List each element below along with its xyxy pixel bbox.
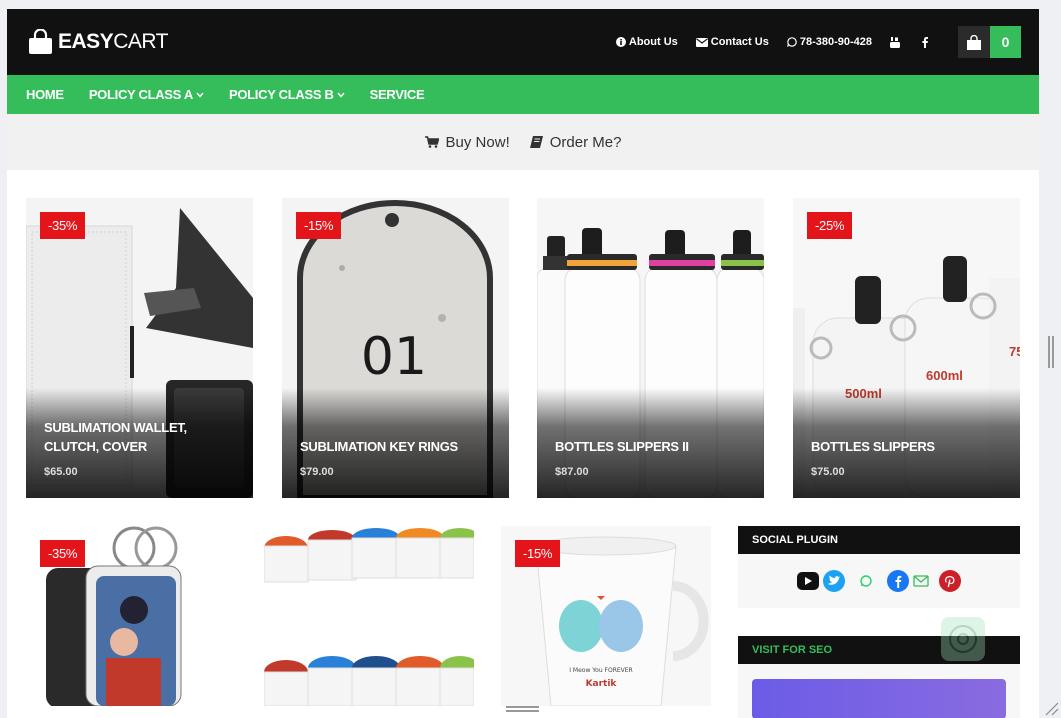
contact-us-label: Contact Us <box>710 36 769 48</box>
vertical-resize-handle[interactable] <box>1048 336 1054 368</box>
logo-text-bold: EASY <box>58 30 114 53</box>
buy-now-label: Buy Now! <box>445 133 510 151</box>
nav-policy-class-a[interactable]: POLICY CLASS A <box>89 87 204 102</box>
nav-policy-b-label: POLICY CLASS B <box>228 87 334 102</box>
sub-menu-bar: Buy Now! Order Me? <box>7 114 1039 170</box>
browser-viewport: EASY CART About Us Contact Us 78-380-90-4… <box>7 9 1039 718</box>
order-me-link[interactable]: Order Me? <box>529 133 622 151</box>
phone-number: 78-380-90-428 <box>799 36 872 48</box>
cart-button[interactable]: 0 <box>958 26 1021 58</box>
social-icons <box>738 554 1020 608</box>
product-title[interactable]: SUBLIMATION WALLET, CLUTCH, COVER <box>44 418 243 456</box>
pinterest-icon[interactable] <box>939 570 961 592</box>
nav-policy-class-b[interactable]: POLICY CLASS B <box>229 87 345 102</box>
discount-badge: -35% <box>40 212 86 239</box>
social-plugin-widget: SOCIAL PLUGIN <box>738 526 1020 608</box>
product-title[interactable]: SUBLIMATION KEY RINGS <box>300 437 499 456</box>
product-price: $65.00 <box>44 466 78 478</box>
product-card[interactable] <box>264 526 474 706</box>
whatsapp-icon[interactable] <box>855 570 877 592</box>
phone-link[interactable]: 78-380-90-428 <box>786 36 872 48</box>
youtube-icon <box>890 36 900 48</box>
facebook-icon <box>922 36 928 48</box>
resize-grip-icon[interactable] <box>1043 700 1059 716</box>
whatsapp-icon <box>786 37 797 47</box>
discount-badge: -35% <box>40 540 86 567</box>
main-nav: HOME POLICY CLASS A POLICY CLASS B SERVI… <box>7 75 1039 114</box>
top-header: EASY CART About Us Contact Us 78-380-90-4… <box>7 9 1039 75</box>
product-card[interactable]: -35% <box>26 526 236 706</box>
cart-count: 0 <box>990 26 1021 58</box>
chevron-down-icon <box>196 92 204 98</box>
top-links: About Us Contact Us 78-380-90-428 0 <box>615 26 1021 58</box>
logo-text-regular: CART <box>113 30 168 53</box>
product-title[interactable]: BOTTLES SLIPPERS <box>811 437 1010 456</box>
email-icon[interactable] <box>913 575 929 587</box>
floating-help-icon[interactable] <box>939 615 987 663</box>
book-icon <box>529 136 543 148</box>
discount-badge: -25% <box>807 212 853 239</box>
seo-banner[interactable] <box>738 664 1020 718</box>
product-title[interactable]: BOTTLES SLIPPERS II <box>555 437 754 456</box>
seo-banner-image <box>752 679 1006 718</box>
youtube-icon[interactable] <box>797 572 819 590</box>
product-image-colored-mugs <box>264 526 474 706</box>
shopping-bag-icon <box>29 29 52 54</box>
nav-policy-a-label: POLICY CLASS A <box>88 87 193 102</box>
envelope-icon <box>695 37 708 47</box>
shopping-bag-icon <box>967 34 981 50</box>
horizontal-resize-handle[interactable] <box>506 706 539 712</box>
nav-service[interactable]: SERVICE <box>370 87 425 102</box>
about-us-link[interactable]: About Us <box>615 36 678 48</box>
contact-us-link[interactable]: Contact Us <box>695 36 769 48</box>
product-price: $79.00 <box>300 466 334 478</box>
about-us-label: About Us <box>628 36 678 48</box>
site-logo[interactable]: EASY CART <box>27 29 168 55</box>
facebook-link[interactable] <box>922 36 928 48</box>
facebook-icon[interactable] <box>887 570 909 592</box>
product-card[interactable]: 01 -15% SUBLIMATION KEY RINGS $79.00 <box>282 198 509 498</box>
twitter-icon[interactable] <box>823 570 845 592</box>
mug-text-line2: Kartik <box>586 679 618 689</box>
product-price: $87.00 <box>555 466 589 478</box>
product-card[interactable]: -35% SUBLIMATION WALLET, CLUTCH, COVER $… <box>26 198 253 498</box>
order-me-label: Order Me? <box>549 133 622 151</box>
bottle-label-75: 75 <box>1009 344 1020 359</box>
product-card[interactable]: 500ml 600ml 75 -25% BOTTLES SLIPPERS $75… <box>793 198 1020 498</box>
chevron-down-icon <box>337 92 345 98</box>
product-card[interactable]: BOTTLES SLIPPERS II $87.00 <box>537 198 764 498</box>
nav-service-label: SERVICE <box>369 87 425 102</box>
bottle-label-600: 600ml <box>926 368 963 383</box>
nav-home-label: HOME <box>26 87 64 102</box>
cart-icon <box>424 136 439 148</box>
product-card[interactable]: I Meow You FOREVER Kartik -15% <box>501 526 711 706</box>
product-price: $75.00 <box>811 466 845 478</box>
buy-now-link[interactable]: Buy Now! <box>424 133 510 151</box>
discount-badge: -15% <box>296 212 342 239</box>
youtube-link[interactable] <box>890 36 900 48</box>
info-icon <box>615 37 626 47</box>
nav-home[interactable]: HOME <box>26 87 64 102</box>
discount-badge: -15% <box>515 540 561 567</box>
cart-icon-box <box>958 26 990 58</box>
widget-title: SOCIAL PLUGIN <box>738 526 1020 554</box>
mug-text-line1: I Meow You FOREVER <box>569 667 632 674</box>
key-tag-number: 01 <box>361 327 427 387</box>
